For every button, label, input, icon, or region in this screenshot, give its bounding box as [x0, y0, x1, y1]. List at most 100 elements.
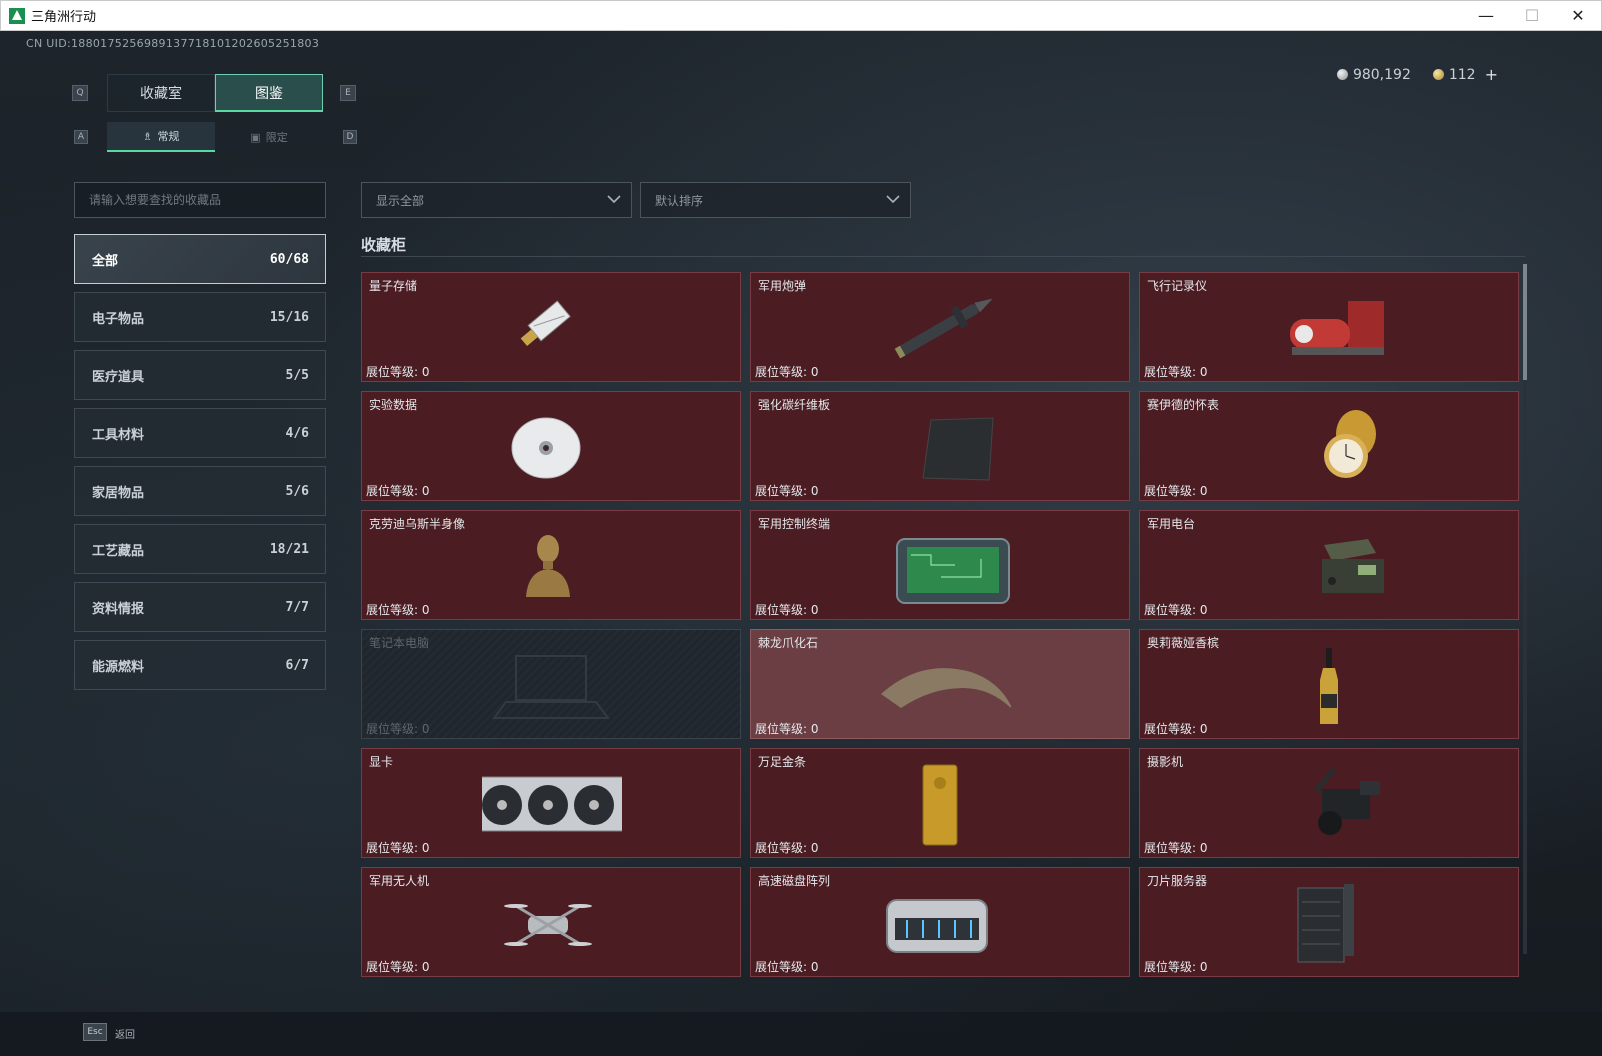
item-level: 展位等级: 0 [366, 839, 430, 856]
search-box [74, 182, 326, 218]
close-button[interactable]: ✕ [1555, 1, 1601, 30]
maximize-button[interactable]: ☐ [1509, 1, 1555, 30]
item-level: 展位等级: 0 [755, 958, 819, 975]
item-card[interactable]: 军用炮弹 展位等级: 0 [750, 272, 1130, 382]
category-crafts[interactable]: 工艺藏品 18/21 [74, 524, 326, 574]
item-level: 展位等级: 0 [366, 482, 430, 499]
app-logo-icon [9, 7, 25, 24]
item-card[interactable]: 强化碳纤维板 展位等级: 0 [750, 391, 1130, 501]
silver-amount: 980,192 [1352, 66, 1411, 83]
item-name: 赛伊德的怀表 [1147, 398, 1220, 412]
item-level: 展位等级: 0 [1144, 958, 1208, 975]
item-card[interactable]: 刀片服务器 展位等级: 0 [1139, 867, 1519, 977]
game-viewport: CN UID:188017525698913771810120260525180… [0, 31, 1602, 1056]
level-label: 展位等级: [1144, 365, 1200, 379]
tab-collection-room[interactable]: 收藏室 [107, 74, 215, 112]
scrollbar[interactable] [1523, 264, 1527, 954]
item-name: 强化碳纤维板 [758, 398, 831, 412]
item-card[interactable]: 赛伊德的怀表 展位等级: 0 [1139, 391, 1519, 501]
item-level: 展位等级: 0 [1144, 363, 1208, 380]
item-name: 棘龙爪化石 [758, 636, 819, 650]
item-level: 展位等级: 0 [366, 720, 430, 737]
quantum-storage-icon [520, 300, 571, 346]
item-card[interactable]: 量子存储 展位等级: 0 [361, 272, 741, 382]
level-label: 展位等级: [1144, 841, 1200, 855]
level-label: 展位等级: [755, 722, 811, 736]
esc-key-hint[interactable]: Esc [83, 1023, 107, 1041]
level-value: 0 [1199, 841, 1208, 855]
level-label: 展位等级: [1144, 484, 1200, 498]
artillery-shell-icon [894, 298, 993, 359]
item-card[interactable]: 克劳迪乌斯半身像 展位等级: 0 [361, 510, 741, 620]
control-terminal-icon [896, 538, 1010, 604]
category-list: 全部 60/68 电子物品 15/16 医疗道具 5/5 工具材料 4/6 家居… [74, 234, 326, 698]
level-label: 展位等级: [366, 365, 422, 379]
filter-dropdown[interactable]: 显示全部 [361, 182, 632, 218]
tab-regular[interactable]: ♗ 常规 [107, 122, 215, 152]
item-name: 高速磁盘阵列 [758, 874, 831, 888]
gold-coin-icon [1432, 69, 1444, 80]
item-card[interactable]: 飞行记录仪 展位等级: 0 [1139, 272, 1519, 382]
item-name: 实验数据 [369, 398, 418, 412]
sort-dropdown[interactable]: 默认排序 [640, 182, 911, 218]
item-name: 摄影机 [1147, 755, 1184, 769]
category-count: 4/6 [285, 425, 309, 441]
item-card[interactable]: 显卡 展位等级: 0 [361, 748, 741, 858]
scrollbar-thumb[interactable] [1523, 264, 1527, 380]
item-name: 笔记本电脑 [369, 636, 430, 650]
section-title: 收藏柜 [361, 236, 407, 254]
claw-fossil-icon [881, 668, 1011, 709]
key-hint-e: E [340, 85, 356, 101]
category-electronics[interactable]: 电子物品 15/16 [74, 292, 326, 342]
tab-limited-label: 限定 [265, 131, 288, 144]
item-card[interactable]: 高速磁盘阵列 展位等级: 0 [750, 867, 1130, 977]
item-card[interactable]: 军用无人机 展位等级: 0 [361, 867, 741, 977]
search-input[interactable] [89, 193, 325, 207]
item-card[interactable]: 军用控制终端 展位等级: 0 [750, 510, 1130, 620]
chevron-down-icon [886, 195, 900, 204]
category-label: 资料情报 [92, 601, 145, 617]
disk-array-icon [886, 899, 988, 953]
item-level: 展位等级: 0 [1144, 601, 1208, 618]
minimize-button[interactable]: — [1463, 1, 1509, 30]
key-hint-q: Q [72, 85, 88, 101]
add-currency-button[interactable]: + [1485, 65, 1498, 84]
category-tools[interactable]: 工具材料 4/6 [74, 408, 326, 458]
level-value: 0 [421, 603, 430, 617]
category-intel[interactable]: 资料情报 7/7 [74, 582, 326, 632]
level-label: 展位等级: [366, 484, 422, 498]
item-name: 飞行记录仪 [1147, 279, 1208, 293]
item-card[interactable]: 万足金条 展位等级: 0 [750, 748, 1130, 858]
item-card[interactable]: 摄影机 展位等级: 0 [1139, 748, 1519, 858]
level-value: 0 [1199, 722, 1208, 736]
item-level: 展位等级: 0 [755, 720, 819, 737]
category-label: 医疗道具 [92, 369, 145, 385]
level-value: 0 [1199, 960, 1208, 974]
key-hint-d: D [343, 130, 357, 144]
key-hint-a: A [74, 130, 88, 144]
item-card[interactable]: 奥莉薇娅香槟 展位等级: 0 [1139, 629, 1519, 739]
category-household[interactable]: 家居物品 5/6 [74, 466, 326, 516]
tab-catalog[interactable]: 图鉴 [215, 74, 323, 112]
item-name: 刀片服务器 [1147, 874, 1208, 888]
laptop-icon [492, 655, 610, 719]
item-card[interactable]: 棘龙爪化石 展位等级: 0 [750, 629, 1130, 739]
category-energy[interactable]: 能源燃料 6/7 [74, 640, 326, 690]
item-card-locked[interactable]: 笔记本电脑 展位等级: 0 [361, 629, 741, 739]
level-label: 展位等级: [366, 722, 422, 736]
category-all[interactable]: 全部 60/68 [74, 234, 326, 284]
item-name: 克劳迪乌斯半身像 [369, 517, 466, 531]
item-card[interactable]: 实验数据 展位等级: 0 [361, 391, 741, 501]
tab-regular-label: 常规 [157, 130, 180, 143]
tab-limited[interactable]: ▣ 限定 [215, 122, 323, 152]
item-level: 展位等级: 0 [755, 601, 819, 618]
item-level: 展位等级: 0 [366, 601, 430, 618]
section-divider [361, 256, 1525, 257]
category-medical[interactable]: 医疗道具 5/5 [74, 350, 326, 400]
category-count: 18/21 [269, 541, 309, 557]
category-count: 6/7 [285, 657, 309, 673]
drone-icon [504, 904, 592, 946]
item-card[interactable]: 军用电台 展位等级: 0 [1139, 510, 1519, 620]
back-label[interactable]: 返回 [115, 1026, 135, 1041]
category-label: 工具材料 [92, 427, 145, 443]
